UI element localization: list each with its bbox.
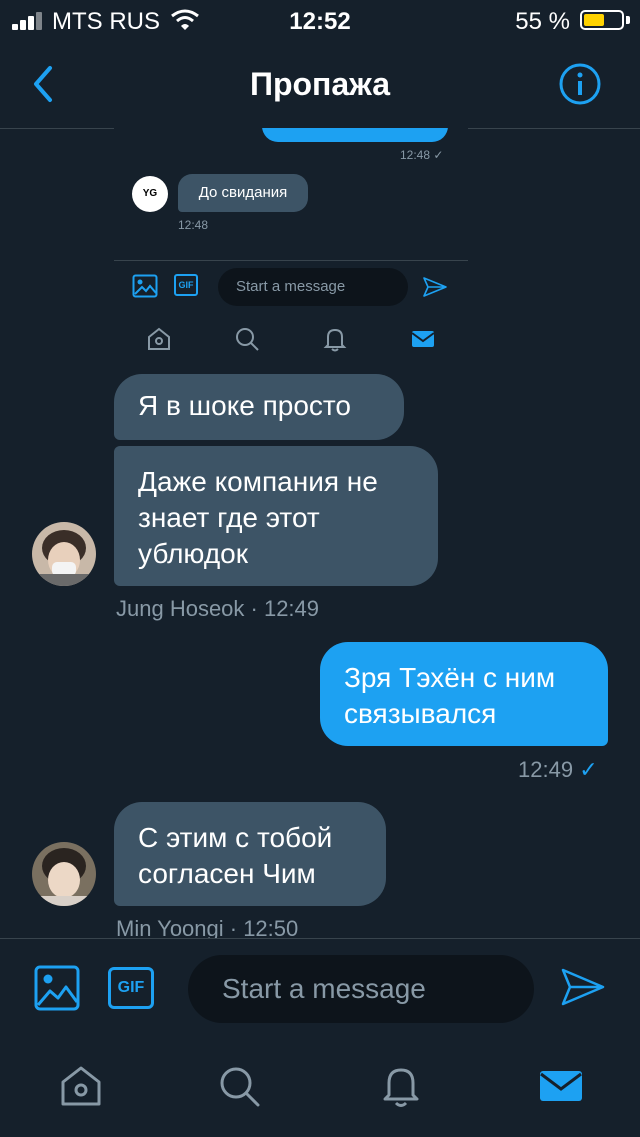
received-message[interactable]: С этим с тобой согласен Чим (114, 802, 386, 906)
gif-button[interactable]: GIF (108, 967, 154, 1009)
read-check-icon: ✓ (579, 757, 598, 782)
home-icon[interactable] (58, 1063, 104, 1109)
search-icon[interactable] (216, 1063, 262, 1109)
conversation-header: Пропажа (0, 42, 640, 129)
page-title: Пропажа (249, 66, 391, 102)
send-icon[interactable] (560, 967, 606, 1007)
sent-time-text: 12:49 (518, 757, 574, 782)
compose-bar: GIF Start a message (0, 938, 640, 1137)
sent-message-time: 12:49 ✓ (518, 757, 598, 783)
received-message[interactable]: Даже компания не знает где этот ублюдок (114, 446, 438, 586)
received-message[interactable]: Я в шоке просто (114, 374, 404, 440)
message-input[interactable]: Start a message (188, 955, 534, 1023)
avatar-photo (32, 522, 96, 586)
avatar[interactable] (32, 522, 96, 586)
bell-icon (323, 328, 347, 352)
search-icon (236, 328, 259, 351)
embedded-received-bubble: До свидания (178, 174, 308, 212)
info-icon[interactable] (558, 62, 602, 106)
avatar[interactable] (32, 842, 96, 906)
embedded-received-time: 12:48 (178, 218, 209, 232)
home-icon (148, 327, 170, 350)
embedded-sent-bubble (262, 128, 448, 142)
mail-icon[interactable] (538, 1063, 584, 1109)
avatar-photo (32, 842, 96, 906)
embedded-avatar-logo: YG (132, 176, 168, 212)
embedded-message-input: Start a message (218, 268, 408, 306)
message-meta: Jung Hoseok · 12:49 (116, 596, 320, 621)
send-icon (423, 277, 447, 297)
mail-icon (411, 331, 435, 347)
battery-icon (580, 10, 624, 30)
embedded-sent-time: 12:48 ✓ (400, 148, 444, 162)
bell-icon[interactable] (378, 1063, 424, 1109)
battery-tip (626, 16, 630, 24)
embedded-divider (114, 260, 468, 261)
status-bar: MTS RUS 12:52 55 % (0, 0, 640, 42)
image-icon[interactable] (34, 965, 80, 1011)
gif-icon: GIF (174, 274, 198, 296)
image-icon (132, 274, 158, 298)
sent-message[interactable]: Зря Тэхён с ним связывался (320, 642, 608, 746)
embedded-screenshot: 12:48 ✓ YG До свидания 12:48 GIF Start a… (114, 128, 468, 366)
battery-percent: 55 % (515, 8, 570, 35)
